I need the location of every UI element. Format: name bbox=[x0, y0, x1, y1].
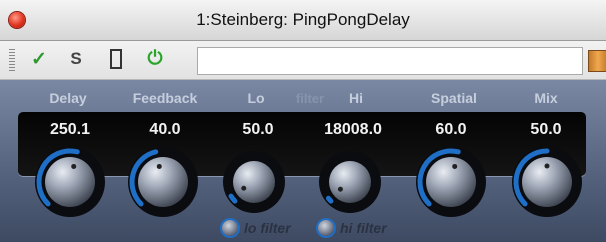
bypass-checkmark-button[interactable]: ✓ bbox=[27, 47, 51, 71]
knob-graphic bbox=[512, 147, 582, 217]
knob-graphic bbox=[416, 147, 486, 217]
label-hi: Hi bbox=[349, 90, 363, 106]
solo-button[interactable]: S bbox=[64, 47, 88, 71]
lo-value: 50.0 bbox=[242, 121, 274, 138]
label-filter: filter bbox=[295, 91, 325, 106]
preset-field[interactable] bbox=[197, 47, 583, 75]
label-mix: Mix bbox=[534, 90, 558, 106]
knob-pointer bbox=[156, 163, 162, 169]
lo-filter-label: lo filter bbox=[244, 220, 291, 236]
toolbar: ✓ S ⏻ bbox=[0, 41, 606, 80]
delay-knob[interactable] bbox=[34, 146, 106, 218]
knob-graphic bbox=[35, 147, 105, 217]
preset-browser-book-icon[interactable] bbox=[588, 50, 606, 72]
spatial-value: 60.0 bbox=[435, 121, 467, 138]
knob-value-arc bbox=[228, 193, 238, 204]
title-bar: 1:Steinberg: PingPongDelay bbox=[0, 0, 606, 41]
label-spatial: Spatial bbox=[431, 90, 477, 106]
knob-pointer bbox=[71, 163, 77, 169]
label-lo: Lo bbox=[247, 90, 265, 106]
label-delay: Delay bbox=[49, 90, 87, 106]
hi-filter-button[interactable]: hi filter bbox=[318, 220, 387, 236]
edit-button[interactable] bbox=[104, 47, 128, 71]
window-title: 1:Steinberg: PingPongDelay bbox=[196, 10, 410, 29]
lo-filter-led-icon bbox=[222, 220, 238, 236]
knob-pointer bbox=[452, 163, 458, 169]
knob-graphic bbox=[223, 151, 285, 213]
feedback-value: 40.0 bbox=[149, 121, 181, 138]
knob-pointer bbox=[337, 186, 343, 192]
lo-filter-button[interactable]: lo filter bbox=[222, 220, 291, 236]
grip-handle-icon[interactable] bbox=[9, 49, 15, 71]
knob-pointer bbox=[544, 163, 550, 169]
hi-value: 18008.0 bbox=[324, 121, 382, 138]
lo-knob[interactable] bbox=[222, 150, 294, 222]
edit-rect-icon bbox=[110, 49, 122, 69]
plugin-panel: Delay Feedback Lo filter Hi Spatial Mix … bbox=[0, 80, 606, 242]
mix-knob[interactable] bbox=[511, 146, 583, 218]
hi-filter-led-icon bbox=[318, 220, 334, 236]
feedback-knob[interactable] bbox=[127, 146, 199, 218]
label-feedback: Feedback bbox=[132, 90, 198, 106]
mix-value: 50.0 bbox=[530, 121, 562, 138]
knob-graphic bbox=[128, 147, 198, 217]
delay-value: 250.1 bbox=[49, 121, 91, 138]
spatial-knob[interactable] bbox=[415, 146, 487, 218]
power-button[interactable]: ⏻ bbox=[143, 47, 167, 71]
knob-value-arc bbox=[325, 195, 334, 204]
hi-knob[interactable] bbox=[318, 150, 390, 222]
hi-filter-label: hi filter bbox=[340, 220, 387, 236]
knob-graphic bbox=[319, 151, 381, 213]
knob-pointer bbox=[241, 185, 247, 191]
